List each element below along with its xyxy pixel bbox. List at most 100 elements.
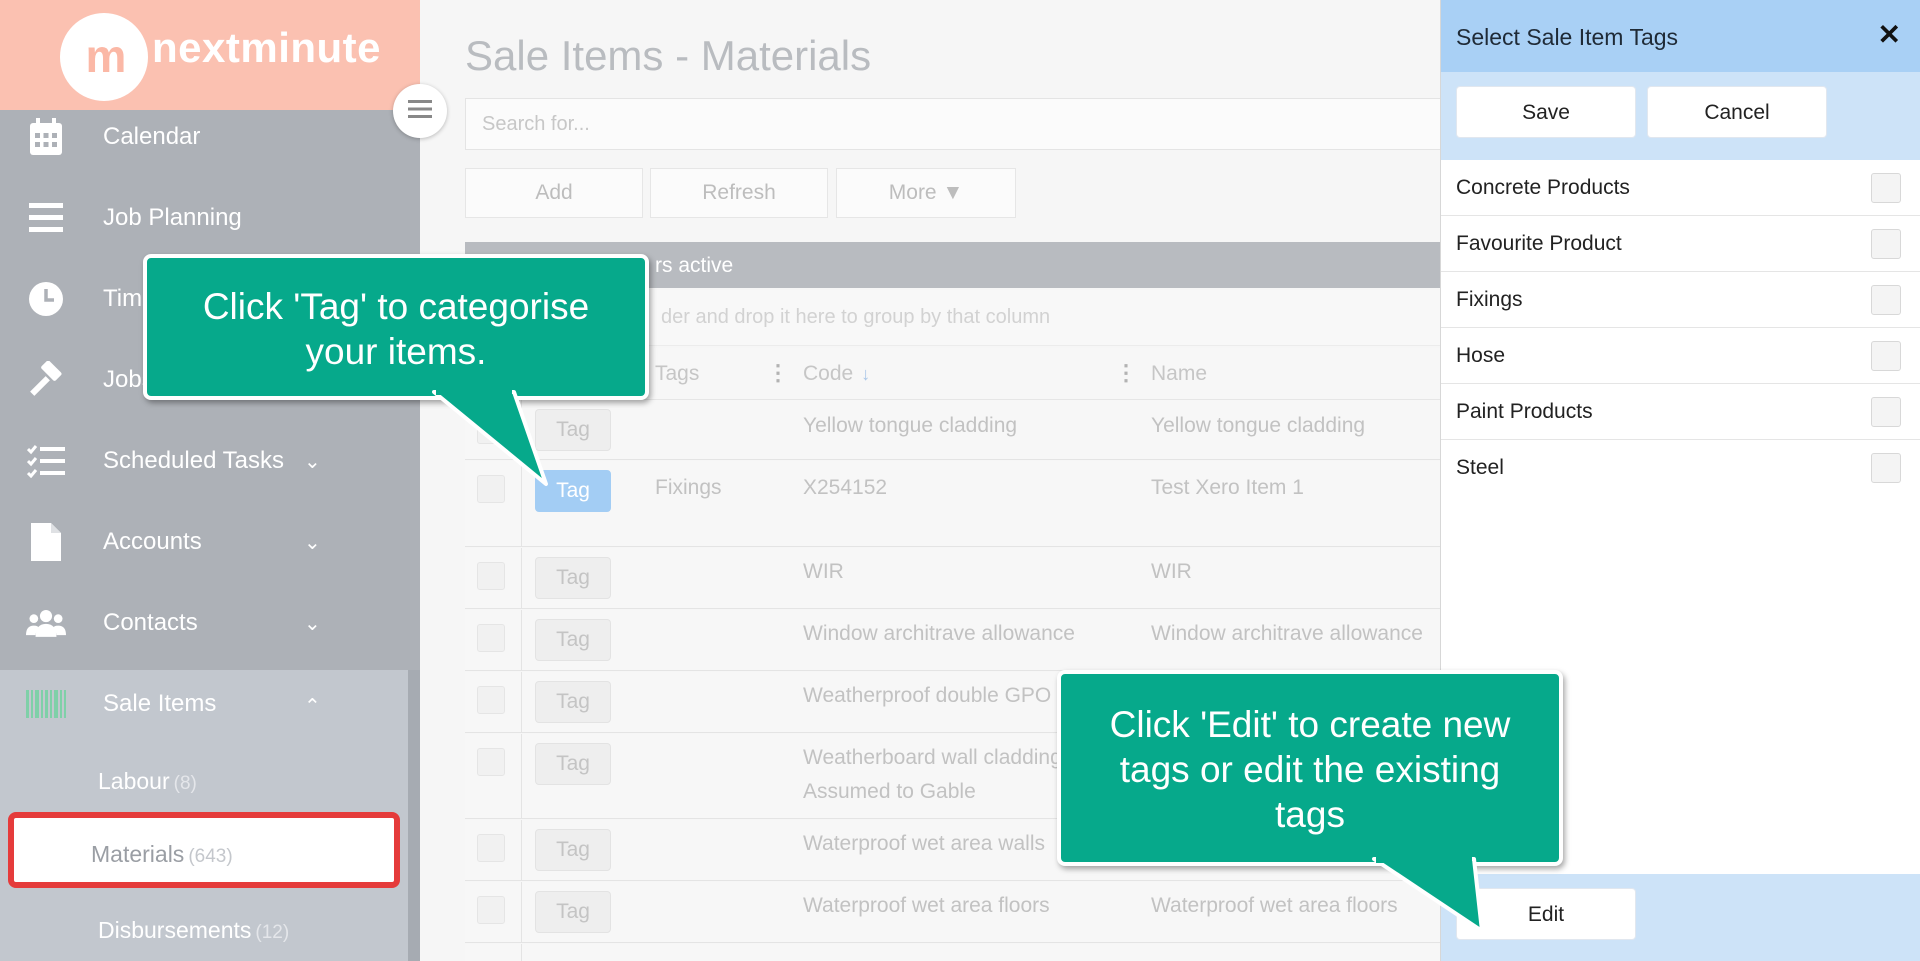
- edit-callout-pointer: [1372, 855, 1484, 933]
- tag-checkbox[interactable]: [1871, 173, 1901, 203]
- sidebar-item-job-planning[interactable]: Job Planning: [0, 178, 420, 258]
- tag-checkbox[interactable]: [1871, 397, 1901, 427]
- group-hint-text: der and drop it here to group by that co…: [661, 306, 1051, 328]
- menu-icon: [408, 99, 432, 124]
- tag-option-label: Steel: [1456, 456, 1504, 479]
- name-cell: WIR: [1151, 560, 1192, 583]
- code-cell: X254152: [803, 476, 888, 499]
- page-title: Sale Items - Materials: [465, 32, 872, 79]
- subitem-label: Materials: [91, 841, 185, 867]
- filters-text: rs active: [655, 254, 734, 277]
- code-cell: WIR: [803, 560, 844, 583]
- tag-option[interactable]: Favourite Product: [1441, 216, 1920, 272]
- row-checkbox[interactable]: [477, 562, 505, 590]
- table-row[interactable]: Tag Fixings X254152 Test Xero Item 1: [465, 461, 1465, 547]
- tag-button[interactable]: Tag: [535, 557, 611, 599]
- refresh-button[interactable]: Refresh: [650, 168, 828, 218]
- tag-checkbox[interactable]: [1871, 453, 1901, 483]
- name-cell: Test Xero Item 1: [1151, 476, 1304, 499]
- sidebar-item-label: Job Planning: [103, 204, 242, 231]
- code-cell: Weatherboard wall cladding: [803, 746, 1062, 769]
- sidebar-item-accounts[interactable]: Accounts ⌄: [0, 502, 420, 582]
- column-menu-icon[interactable]: ⋮: [1115, 360, 1137, 386]
- panel-title: Select Sale Item Tags: [1456, 24, 1679, 50]
- name-cell: Yellow tongue cladding: [1151, 414, 1366, 437]
- subitem-count: (8): [173, 773, 197, 794]
- row-divider: [521, 820, 522, 880]
- sidebar-subitem-labour[interactable]: Labour (8): [98, 768, 197, 795]
- save-button[interactable]: Save: [1456, 86, 1636, 138]
- subitem-count: (12): [255, 922, 290, 943]
- sidebar-item-calendar[interactable]: Calendar: [0, 97, 420, 177]
- subitem-count: (643): [188, 846, 233, 867]
- sidebar-item-label: Accounts: [103, 528, 202, 555]
- row-divider: [521, 548, 522, 608]
- sidebar-subitem-materials[interactable]: Materials (643): [91, 841, 233, 868]
- sidebar-item-label: Calendar: [103, 123, 201, 150]
- code-cell: Yellow tongue cladding: [803, 414, 1018, 437]
- subitem-label: Labour: [98, 768, 170, 794]
- column-header-tags[interactable]: Tags: [655, 362, 699, 386]
- tag-button[interactable]: Tag: [535, 743, 611, 785]
- panel-actions: Save Cancel: [1441, 72, 1920, 160]
- tag-option-label: Paint Products: [1456, 400, 1593, 423]
- chevron-down-icon: ⌄: [304, 612, 321, 635]
- tag-option-label: Favourite Product: [1456, 232, 1622, 255]
- tag-button[interactable]: Tag: [535, 829, 611, 871]
- column-header-code[interactable]: Code ↓: [803, 362, 870, 386]
- row-checkbox[interactable]: [477, 834, 505, 862]
- tag-button[interactable]: Tag: [535, 681, 611, 723]
- tag-option[interactable]: Concrete Products: [1441, 160, 1920, 216]
- table-row[interactable]: Tag Waterproof wet area floors Waterproo…: [465, 882, 1465, 943]
- subitem-label: Disbursements: [98, 917, 252, 943]
- tag-checkbox[interactable]: [1871, 341, 1901, 371]
- name-cell: Window architrave allowance: [1151, 622, 1423, 645]
- close-icon[interactable]: ✕: [1878, 18, 1901, 51]
- tags-cell: Fixings: [655, 476, 722, 499]
- sidebar-item-label: Contacts: [103, 609, 198, 636]
- row-checkbox[interactable]: [477, 624, 505, 652]
- sidebar-item-sale-items[interactable]: Sale Items ⌄: [0, 664, 420, 744]
- tag-option[interactable]: Steel: [1441, 440, 1920, 496]
- people-icon: [26, 603, 66, 643]
- search-input[interactable]: [465, 98, 1465, 150]
- sidebar: m nextminute Calendar Job Planning Times…: [0, 0, 420, 961]
- sidebar-item-contacts[interactable]: Contacts ⌄: [0, 583, 420, 663]
- more-button[interactable]: More ▼: [836, 168, 1016, 218]
- table-row[interactable]: Tag Window architrave allowance Window a…: [465, 610, 1465, 671]
- tag-checkbox[interactable]: [1871, 229, 1901, 259]
- tag-option[interactable]: Paint Products: [1441, 384, 1920, 440]
- tag-button[interactable]: Tag: [535, 891, 611, 933]
- sort-ascending-icon: ↓: [861, 364, 871, 384]
- tag-option-label: Fixings: [1456, 288, 1523, 311]
- code-cell-line2: Assumed to Gable: [803, 780, 976, 803]
- row-divider: [521, 882, 522, 942]
- table-row[interactable]: [465, 944, 1465, 961]
- cancel-button[interactable]: Cancel: [1647, 86, 1827, 138]
- name-cell: Waterproof wet area floors: [1151, 894, 1398, 917]
- row-checkbox[interactable]: [477, 748, 505, 776]
- clock-icon: [26, 279, 66, 319]
- code-cell: Waterproof wet area walls: [803, 832, 1045, 855]
- tag-callout: Click 'Tag' to categorise your items.: [143, 254, 649, 400]
- row-checkbox[interactable]: [477, 896, 505, 924]
- chevron-up-icon: ⌄: [304, 692, 321, 715]
- tag-callout-pointer: [432, 388, 548, 486]
- table-row[interactable]: Tag WIR WIR: [465, 548, 1465, 609]
- sidebar-item-scheduled-tasks[interactable]: Scheduled Tasks ⌄: [0, 421, 420, 501]
- tag-option[interactable]: Fixings: [1441, 272, 1920, 328]
- add-button[interactable]: Add: [465, 168, 643, 218]
- row-checkbox[interactable]: [477, 686, 505, 714]
- column-header-name[interactable]: Name: [1151, 362, 1207, 386]
- sidebar-collapse-button[interactable]: [393, 84, 447, 138]
- barcode-icon: [26, 684, 66, 724]
- tag-checkbox[interactable]: [1871, 285, 1901, 315]
- tag-option[interactable]: Hose: [1441, 328, 1920, 384]
- tag-button[interactable]: Tag: [535, 619, 611, 661]
- tag-option-label: Hose: [1456, 344, 1506, 367]
- column-menu-icon[interactable]: ⋮: [767, 360, 789, 386]
- table-row[interactable]: Tag Yellow tongue cladding Yellow tongue…: [465, 400, 1465, 460]
- document-icon: [26, 522, 66, 562]
- sidebar-subitem-disbursements[interactable]: Disbursements (12): [98, 917, 289, 944]
- code-cell: Window architrave allowance: [803, 622, 1075, 645]
